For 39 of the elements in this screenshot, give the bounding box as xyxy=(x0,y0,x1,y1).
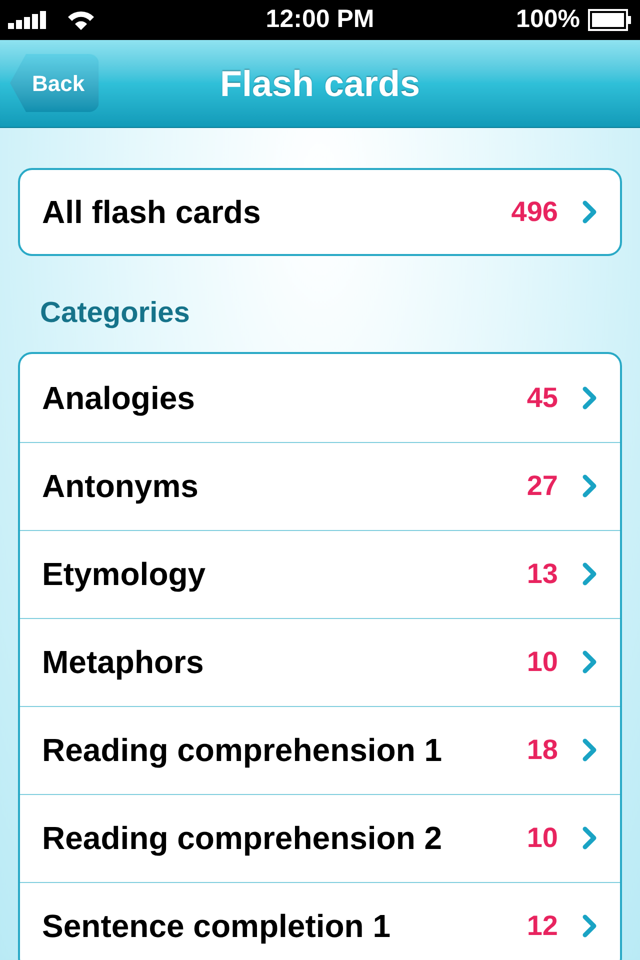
status-time: 12:00 PM xyxy=(266,4,374,36)
section-heading: Categories xyxy=(40,296,191,331)
chevron-icon xyxy=(582,386,598,410)
chevron-icon xyxy=(582,914,598,938)
signal-icon xyxy=(8,11,48,29)
list-row[interactable]: Analogies 45 xyxy=(20,354,620,442)
row-label: Antonyms xyxy=(42,467,200,506)
wifi-icon xyxy=(66,9,96,31)
row-label: Reading comprehension 1 xyxy=(42,731,444,770)
list-row[interactable]: Metaphors 10 xyxy=(20,618,620,706)
chevron-icon xyxy=(582,474,598,498)
chevron-icon xyxy=(582,738,598,762)
row-count: 45 xyxy=(526,380,558,414)
row-label: Sentence completion 1 xyxy=(42,907,392,946)
battery-icon xyxy=(588,9,632,31)
row-count: 27 xyxy=(526,469,558,503)
row-label: All flash cards xyxy=(42,193,262,232)
row-count: 12 xyxy=(526,909,558,943)
row-count: 10 xyxy=(526,821,558,855)
chevron-icon xyxy=(582,650,598,674)
row-label: Etymology xyxy=(42,555,207,594)
all-cards-row[interactable]: All flash cards 496 xyxy=(18,168,622,256)
list-row[interactable]: Etymology 13 xyxy=(20,530,620,618)
chevron-icon xyxy=(582,826,598,850)
row-count: 496 xyxy=(511,195,558,229)
row-count: 10 xyxy=(526,645,558,679)
row-count: 13 xyxy=(526,557,558,591)
chevron-icon xyxy=(582,562,598,586)
list-row[interactable]: Antonyms 27 xyxy=(20,442,620,530)
battery-percent: 100% xyxy=(516,4,580,36)
row-label: Analogies xyxy=(42,378,196,418)
screen-title: Flash cards xyxy=(220,62,420,106)
list-row[interactable]: Sentence completion 1 12 xyxy=(20,882,620,960)
list-row[interactable]: Reading comprehension 2 10 xyxy=(20,794,620,882)
row-label: Metaphors xyxy=(42,643,205,682)
row-label: Reading comprehension 2 xyxy=(42,819,444,858)
row-count: 18 xyxy=(526,733,558,767)
chevron-icon xyxy=(582,200,598,224)
list-row[interactable]: Reading comprehension 1 18 xyxy=(20,706,620,794)
